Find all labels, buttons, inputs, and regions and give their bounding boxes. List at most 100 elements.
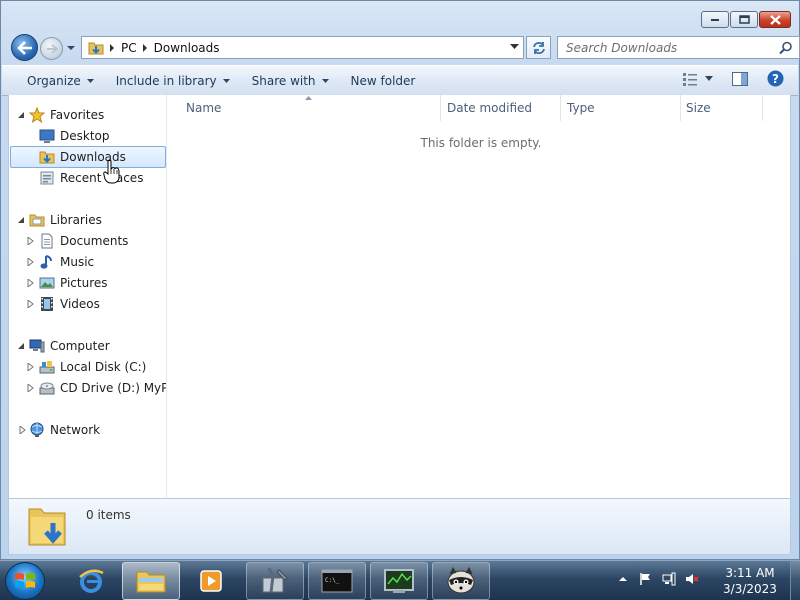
show-desktop-button[interactable] <box>790 561 800 600</box>
tree-computer[interactable]: Computer <box>17 336 110 356</box>
tree-pictures[interactable]: Pictures <box>27 273 108 293</box>
tree-recent-places-label: Recent Places <box>60 171 144 185</box>
collapse-arrow-icon[interactable] <box>17 111 25 119</box>
back-arrow-icon <box>16 40 32 55</box>
file-list[interactable]: Name Date modified Type Size This folder… <box>168 95 790 498</box>
breadcrumb-pc[interactable]: PC <box>121 41 137 55</box>
tree-favorites[interactable]: Favorites <box>17 105 104 125</box>
refresh-button[interactable] <box>526 36 551 59</box>
network-status-icon[interactable] <box>662 572 676 586</box>
system-tray <box>616 572 699 586</box>
column-divider[interactable] <box>560 95 561 121</box>
taskbar-command-prompt[interactable]: C:\_ <box>308 562 366 600</box>
change-view-icon[interactable] <box>681 71 699 87</box>
search-box[interactable]: Search Downloads <box>557 36 800 59</box>
taskbar-control-panel-tool[interactable] <box>246 562 304 600</box>
expand-arrow-icon[interactable] <box>27 237 35 245</box>
volume-muted-icon[interactable] <box>685 572 699 586</box>
organize-label: Organize <box>27 73 81 88</box>
tree-documents[interactable]: Documents <box>27 231 128 251</box>
music-icon <box>40 255 52 269</box>
command-bar: Organize Include in library Share with N… <box>2 65 798 96</box>
minimize-icon <box>711 18 719 21</box>
share-with-button[interactable]: Share with <box>244 70 337 92</box>
new-folder-button[interactable]: New folder <box>343 70 424 92</box>
help-icon[interactable]: ? <box>767 70 784 87</box>
raccoon-icon <box>447 566 475 594</box>
view-options-dropdown[interactable] <box>705 76 713 81</box>
tree-desktop[interactable]: Desktop <box>39 126 110 146</box>
downloads-folder-icon <box>88 42 104 54</box>
task-manager-icon <box>384 569 414 593</box>
tree-recent-places[interactable]: Recent Places <box>39 168 143 188</box>
back-button[interactable] <box>11 34 38 61</box>
breadcrumb-arrow-icon[interactable] <box>109 43 115 52</box>
expand-arrow-icon[interactable] <box>27 363 35 371</box>
tree-music-label: Music <box>60 255 95 269</box>
breadcrumb-arrow-icon[interactable] <box>142 43 148 52</box>
start-button[interactable] <box>5 562 45 600</box>
column-header-date-modified[interactable]: Date modified <box>447 95 560 121</box>
command-prompt-icon: C:\_ <box>321 569 353 593</box>
expand-arrow-icon[interactable] <box>19 426 27 434</box>
downloads-folder-icon <box>28 508 66 546</box>
column-divider[interactable] <box>762 95 763 121</box>
tree-local-disk[interactable]: Local Disk (C:) <box>27 357 146 377</box>
taskbar-raccoon-app[interactable] <box>432 562 490 600</box>
column-divider[interactable] <box>680 95 681 121</box>
preview-pane-icon[interactable] <box>731 71 749 87</box>
videos-icon <box>41 297 53 311</box>
column-date-modified-label: Date modified <box>447 101 533 115</box>
tree-videos[interactable]: Videos <box>27 294 100 314</box>
taskbar-windows-explorer[interactable] <box>122 562 180 600</box>
windows-logo-icon <box>15 573 35 588</box>
expand-arrow-icon[interactable] <box>27 384 35 392</box>
column-header-type[interactable]: Type <box>567 95 680 121</box>
system-clock[interactable]: 3:11 AM 3/3/2023 <box>712 565 788 597</box>
search-input[interactable]: Search Downloads <box>558 41 779 55</box>
tree-network[interactable]: Network <box>19 420 100 440</box>
maximize-button[interactable] <box>730 11 758 28</box>
tree-videos-label: Videos <box>60 297 100 311</box>
column-divider[interactable] <box>440 95 441 121</box>
internet-explorer-icon <box>79 569 104 593</box>
breadcrumb-downloads[interactable]: Downloads <box>154 41 220 55</box>
expand-arrow-icon[interactable] <box>27 300 35 308</box>
tree-libraries[interactable]: Libraries <box>17 210 102 230</box>
hand-pointer-cursor-icon <box>103 160 120 184</box>
svg-text:C:\_: C:\_ <box>325 577 340 584</box>
expand-arrow-icon[interactable] <box>27 258 35 266</box>
taskbar-internet-explorer[interactable] <box>62 562 120 600</box>
forward-button[interactable] <box>40 37 63 60</box>
close-button[interactable] <box>759 11 791 28</box>
recent-pages-dropdown[interactable] <box>65 42 77 54</box>
tree-downloads[interactable]: Downloads <box>10 146 166 168</box>
navigation-bar: PC Downloads Search Downloads <box>9 34 800 61</box>
tree-cd-drive[interactable]: CD Drive (D:) MyPal <box>27 378 166 398</box>
collapse-arrow-icon[interactable] <box>17 216 25 224</box>
taskbar-task-manager[interactable] <box>370 562 428 600</box>
view-controls: ? <box>681 70 798 87</box>
include-in-library-button[interactable]: Include in library <box>108 70 238 92</box>
taskbar-media-player[interactable] <box>182 562 240 600</box>
close-icon <box>769 14 781 25</box>
tools-icon <box>262 567 288 593</box>
navigation-pane[interactable]: Favorites Desktop Downloads Recent Place… <box>9 95 167 498</box>
action-center-flag-icon[interactable] <box>639 572 653 586</box>
organize-button[interactable]: Organize <box>19 70 102 92</box>
column-header-size[interactable]: Size <box>686 95 761 121</box>
show-hidden-icons-icon[interactable] <box>616 572 630 586</box>
address-bar[interactable]: PC Downloads <box>81 36 524 59</box>
item-count: 0 items <box>86 508 131 522</box>
search-icon[interactable] <box>779 41 793 55</box>
content-area: Favorites Desktop Downloads Recent Place… <box>8 95 791 498</box>
chevron-down-icon <box>321 78 329 83</box>
tree-music[interactable]: Music <box>27 252 94 272</box>
minimize-button[interactable] <box>701 11 729 28</box>
collapse-arrow-icon[interactable] <box>17 342 25 350</box>
expand-arrow-icon[interactable] <box>27 279 35 287</box>
column-name-label: Name <box>186 101 222 115</box>
column-header-name[interactable]: Name <box>186 95 441 121</box>
address-history-dropdown[interactable] <box>510 44 519 50</box>
clock-date: 3/3/2023 <box>723 582 777 596</box>
